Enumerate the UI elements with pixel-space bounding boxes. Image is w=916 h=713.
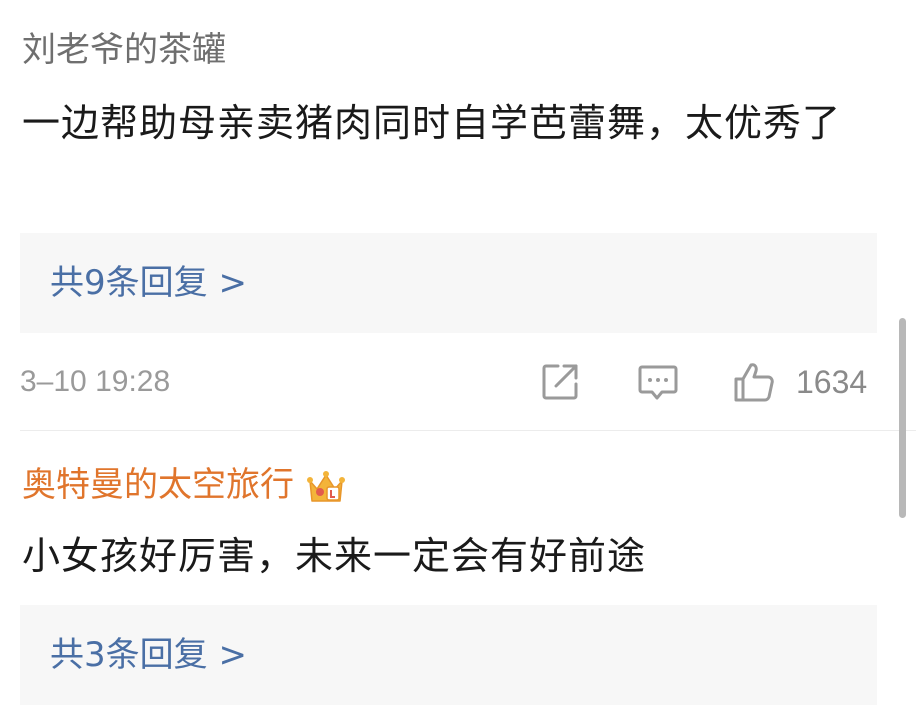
comment-item: 奥特曼的太空旅行 小女孩好厉害，未来一定会有好前途 共3条回复 >	[0, 431, 916, 713]
comment-username-text: 奥特曼的太空旅行	[22, 465, 294, 505]
view-replies-label: 共3条回复 >	[50, 635, 247, 675]
scrollbar[interactable]	[899, 318, 906, 518]
view-replies-button[interactable]: 共9条回复 >	[20, 233, 877, 333]
comment-username[interactable]: 刘老爷的茶罐	[22, 28, 226, 72]
comment-content: 小女孩好厉害，未来一定会有好前途	[22, 534, 647, 578]
view-replies-button[interactable]: 共3条回复 >	[20, 605, 877, 705]
comment-timestamp: 3–10 19:28	[20, 365, 171, 398]
comment-icon[interactable]	[636, 360, 680, 404]
view-replies-label: 共9条回复 >	[50, 263, 247, 303]
comment-content: 一边帮助母亲卖猪肉同时自学芭蕾舞，太优秀了	[22, 101, 842, 145]
comment-username[interactable]: 奥特曼的太空旅行	[22, 463, 346, 507]
like-count: 1634	[796, 364, 868, 400]
crown-icon	[307, 470, 345, 502]
thumbs-up-icon[interactable]	[732, 360, 776, 404]
comment-item: 刘老爷的茶罐 一边帮助母亲卖猪肉同时自学芭蕾舞，太优秀了 共9条回复 > 3–1…	[0, 0, 916, 431]
comment-meta-row: 3–10 19:28 1634	[0, 352, 916, 412]
share-icon[interactable]	[538, 360, 582, 404]
